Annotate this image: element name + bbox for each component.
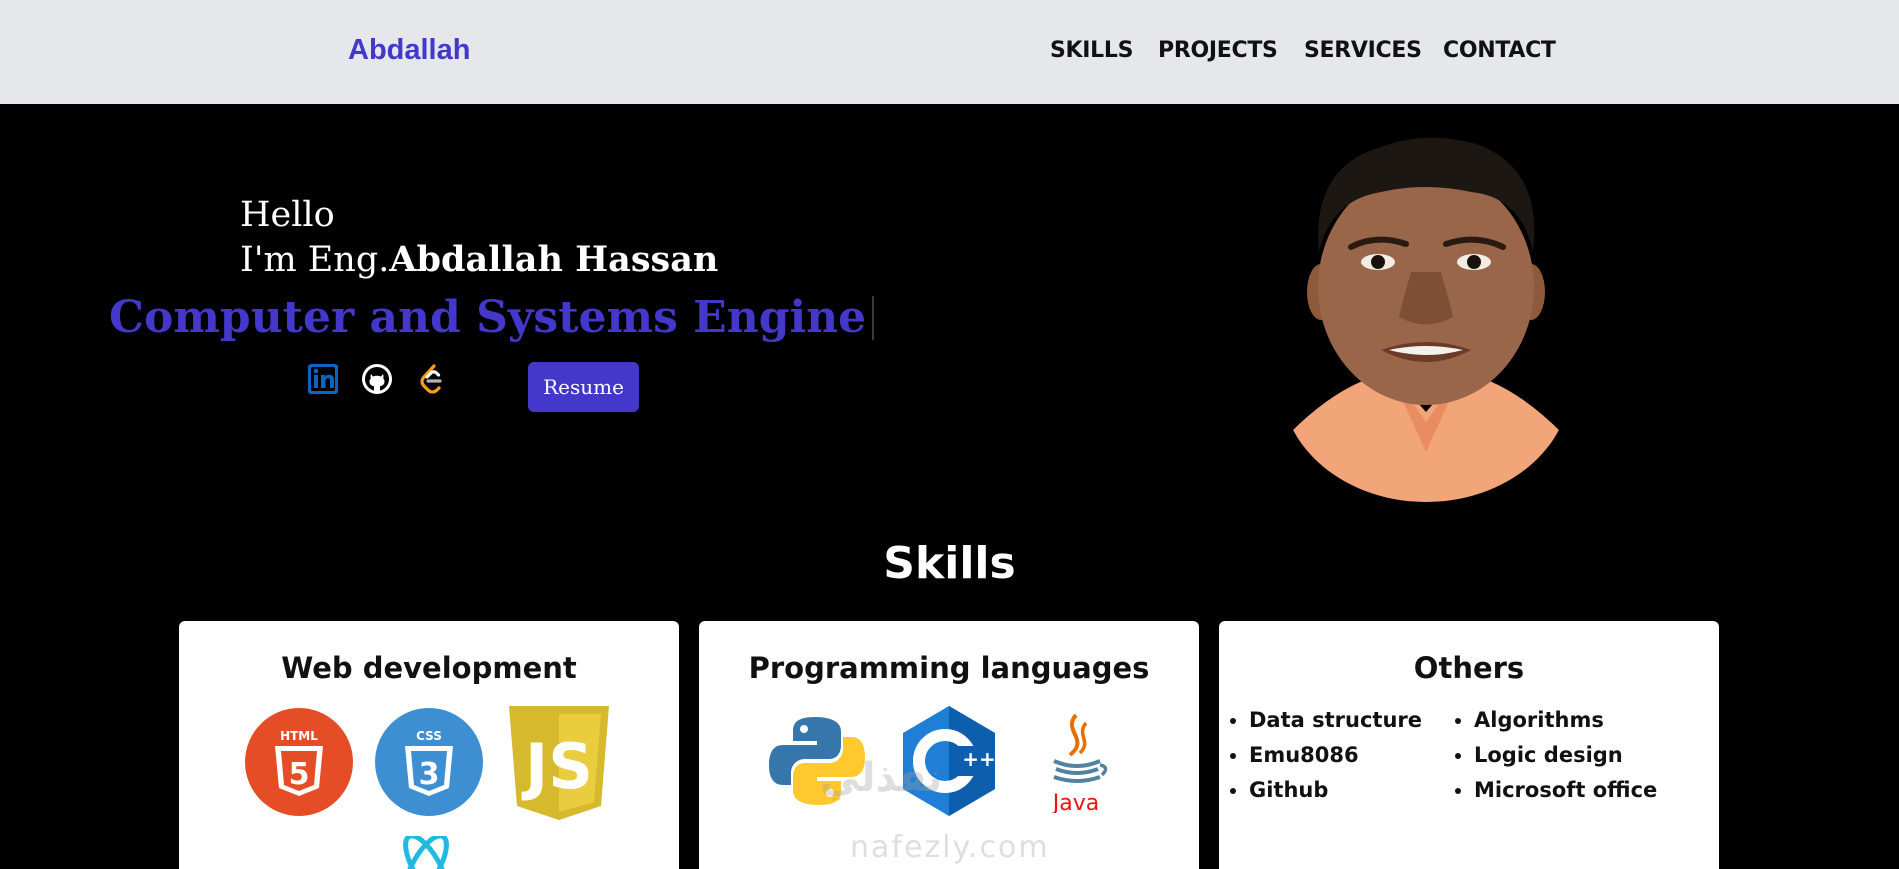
skill-card-web-development: Web development HTML 5 CSS 3 JS: [179, 621, 679, 869]
navbar: Abdallah SKILLS PROJECTS SERVICES CONTAC…: [0, 0, 1899, 104]
intro-line: I'm Eng.Abdallah Hassan: [240, 238, 718, 282]
list-item: Logic design: [1474, 738, 1657, 773]
watermark-arabic: نفذلي: [820, 755, 943, 801]
svg-text:3: 3: [419, 757, 440, 792]
profile-photo: [1281, 122, 1571, 502]
list-item: Microsoft office: [1474, 773, 1657, 808]
svg-text:JS: JS: [521, 730, 593, 803]
list-item: Data structure: [1249, 703, 1422, 738]
nav-link-contact[interactable]: CONTACT: [1443, 38, 1556, 63]
nav-link-services[interactable]: SERVICES: [1304, 38, 1422, 63]
linkedin-icon[interactable]: [306, 362, 340, 396]
svg-text:5: 5: [289, 757, 310, 792]
svg-text:CSS: CSS: [416, 729, 442, 743]
others-list-col2: Algorithms Logic design Microsoft office: [1444, 703, 1657, 808]
java-label: Java: [1051, 791, 1099, 813]
card-title: Others: [1413, 651, 1525, 685]
nav-link-skills[interactable]: SKILLS: [1050, 38, 1133, 63]
card-title: Programming languages: [748, 651, 1150, 685]
html5-icon: HTML 5: [245, 708, 353, 816]
role-typing-text: Computer and Systems Engine: [109, 290, 875, 346]
list-item: Emu8086: [1249, 738, 1422, 773]
github-icon[interactable]: [360, 362, 394, 396]
skill-card-others: Others Data structure Emu8086 Github Alg…: [1219, 621, 1719, 869]
hero-section: Hello I'm Eng.Abdallah Hassan Computer a…: [0, 104, 1899, 524]
javascript-icon: JS: [509, 706, 609, 820]
intro-prefix: I'm Eng.: [240, 240, 390, 280]
watermark-latin: nafezly.com: [850, 830, 1050, 865]
list-item: Github: [1249, 773, 1422, 808]
react-icon: [403, 836, 449, 869]
others-list-col1: Data structure Emu8086 Github: [1219, 703, 1422, 808]
svg-text:++: ++: [962, 747, 996, 771]
greeting: Hello: [240, 195, 335, 235]
leetcode-icon[interactable]: [415, 362, 449, 396]
svg-text:HTML: HTML: [280, 729, 318, 743]
typing-caret: [872, 296, 875, 340]
brand-logo[interactable]: Abdallah: [348, 34, 470, 67]
css3-icon: CSS 3: [375, 708, 483, 816]
java-icon: Java: [1051, 713, 1108, 813]
skills-heading: Skills: [883, 538, 1016, 589]
nav-link-projects[interactable]: PROJECTS: [1158, 38, 1278, 63]
list-item: Algorithms: [1474, 703, 1657, 738]
hero-name: Abdallah Hassan: [389, 239, 719, 280]
card-title: Web development: [281, 651, 577, 685]
resume-button[interactable]: Resume: [528, 362, 639, 412]
role-text: Computer and Systems Engine: [109, 292, 867, 343]
